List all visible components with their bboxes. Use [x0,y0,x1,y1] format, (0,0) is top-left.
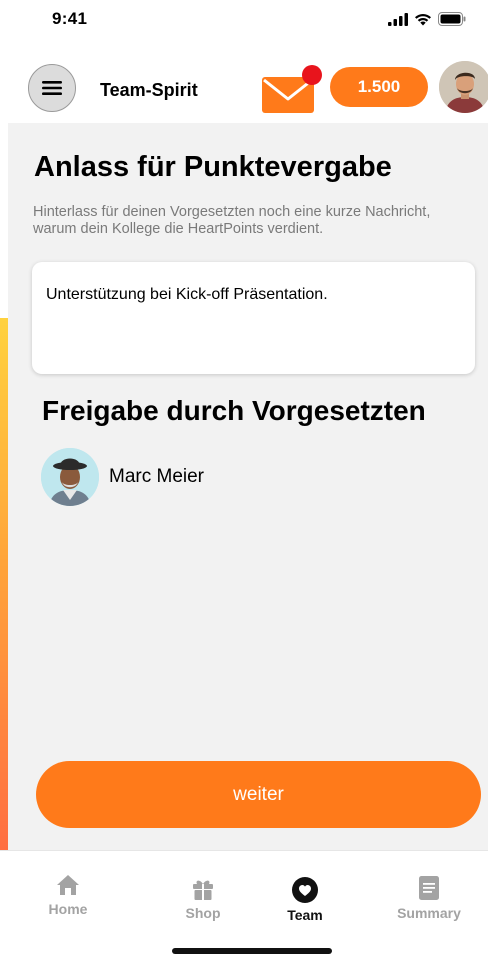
supervisor-item[interactable]: Marc Meier [41,447,204,507]
profile-avatar[interactable] [439,61,488,113]
supervisor-portrait-icon [41,448,99,506]
tab-home[interactable]: Home [23,873,113,917]
points-balance-badge[interactable]: 1.500 [330,67,428,107]
wifi-icon [415,13,431,25]
messages-button[interactable] [262,65,324,117]
app-title: Team-Spirit [100,80,198,100]
user-portrait-icon [439,61,488,113]
tab-bar: Home Shop Team Summary [0,850,488,960]
tab-team-label: Team [287,907,323,923]
next-button-label: weiter [233,783,284,805]
reason-text-field[interactable]: Unterstützung bei Kick-off Präsentation. [32,262,475,374]
battery-icon [438,12,466,26]
heart-icon [292,877,318,903]
tab-summary[interactable]: Summary [384,875,474,921]
approval-title: Freigabe durch Vorgesetzten [42,395,426,426]
notification-badge [302,65,322,85]
supervisor-avatar [41,448,99,506]
home-icon [57,875,79,895]
section-title: Anlass für Punktevergabe [34,151,392,183]
home-indicator [172,948,332,954]
tab-shop-label: Shop [185,905,221,921]
tab-home-label: Home [48,901,88,917]
reason-text-value: Unterstützung bei Kick-off Präsentation. [46,286,328,303]
hamburger-menu-icon [42,81,62,95]
document-icon [419,876,439,900]
section-description: Hinterlass für deinen Vorgesetzten noch … [33,204,431,237]
main-content: Anlass für Punktevergabe Hinterlass für … [8,123,488,850]
cellular-signal-icon [388,12,408,26]
menu-button[interactable] [28,64,76,112]
status-icons [388,12,466,26]
status-bar: 9:41 [0,0,488,44]
app-header: Team-Spirit 1.500 [0,55,488,123]
supervisor-name: Marc Meier [109,466,205,487]
next-button[interactable]: weiter [36,761,481,828]
tab-shop[interactable]: Shop [158,877,248,921]
gift-icon [193,880,213,900]
status-time: 9:41 [52,9,88,28]
tab-team[interactable]: Team [260,877,350,923]
tab-summary-label: Summary [397,905,461,921]
points-balance-value: 1.500 [357,77,401,96]
side-accent-bar [0,318,8,850]
